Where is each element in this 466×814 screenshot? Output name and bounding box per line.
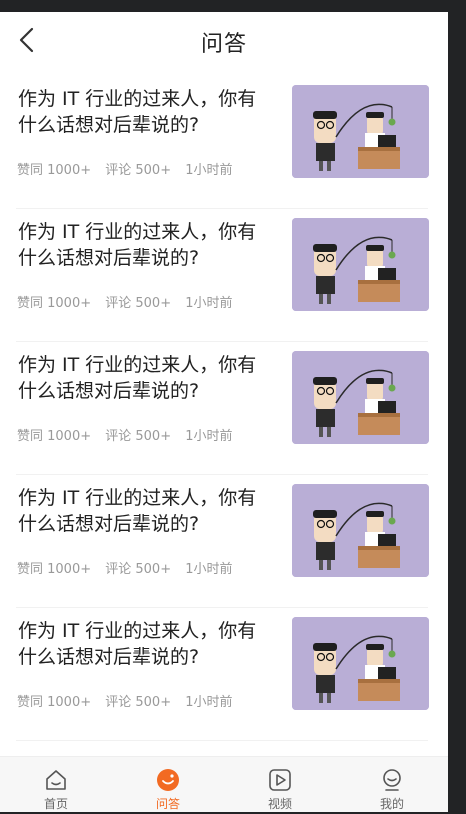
- qa-list: 作为 IT 行业的过来人，你有什么话想对后辈说的? 赞同 1000+ 评论 50…: [16, 76, 429, 741]
- list-item[interactable]: 作为 IT 行业的过来人，你有什么话想对后辈说的? 赞同 1000+ 评论 50…: [16, 608, 429, 741]
- question-thumbnail[interactable]: [292, 218, 429, 311]
- tab-label: 视频: [267, 797, 292, 811]
- post-time: 1小时前: [185, 562, 233, 577]
- question-thumbnail[interactable]: [292, 351, 429, 444]
- thumbnail-illustration: [292, 218, 429, 311]
- tab-video[interactable]: 视频: [224, 757, 336, 812]
- window-top-frame: [0, 0, 466, 12]
- tab-label: 问答: [155, 797, 180, 811]
- question-title[interactable]: 作为 IT 行业的过来人，你有什么话想对后辈说的?: [18, 618, 273, 670]
- window-right-frame: [448, 0, 466, 814]
- likes-count: 赞同 1000+: [17, 163, 92, 178]
- likes-count: 赞同 1000+: [17, 695, 92, 710]
- question-thumbnail[interactable]: [292, 617, 429, 710]
- tab-qa[interactable]: 问答: [112, 757, 224, 812]
- post-time: 1小时前: [185, 429, 233, 444]
- qa-icon: [157, 769, 179, 791]
- question-title[interactable]: 作为 IT 行业的过来人，你有什么话想对后辈说的?: [18, 485, 273, 537]
- question-thumbnail[interactable]: [292, 85, 429, 178]
- question-title[interactable]: 作为 IT 行业的过来人，你有什么话想对后辈说的?: [18, 352, 273, 404]
- page-title: 问答: [200, 32, 247, 57]
- list-item[interactable]: 作为 IT 行业的过来人，你有什么话想对后辈说的? 赞同 1000+ 评论 50…: [16, 76, 429, 209]
- question-thumbnail[interactable]: [292, 484, 429, 577]
- likes-count: 赞同 1000+: [17, 296, 92, 311]
- question-meta: 赞同 1000+ 评论 500+ 1小时前: [17, 558, 243, 577]
- tab-home[interactable]: 首页: [0, 757, 112, 812]
- tab-label: 首页: [43, 797, 68, 811]
- question-title[interactable]: 作为 IT 行业的过来人，你有什么话想对后辈说的?: [18, 219, 273, 271]
- list-item[interactable]: 作为 IT 行业的过来人，你有什么话想对后辈说的? 赞同 1000+ 评论 50…: [16, 475, 429, 608]
- header: 问答: [0, 12, 448, 68]
- list-item[interactable]: 作为 IT 行业的过来人，你有什么话想对后辈说的? 赞同 1000+ 评论 50…: [16, 209, 429, 342]
- question-meta: 赞同 1000+ 评论 500+ 1小时前: [17, 425, 243, 444]
- likes-count: 赞同 1000+: [17, 429, 92, 444]
- comments-count: 评论 500+: [105, 695, 172, 710]
- profile-icon: [383, 769, 401, 791]
- thumbnail-illustration: [292, 85, 429, 178]
- comments-count: 评论 500+: [105, 562, 172, 577]
- thumbnail-illustration: [292, 484, 429, 577]
- app-screen: 问答 作为 IT 行业的过来人，你有什么话想对后辈说的? 赞同 1000+ 评论…: [0, 12, 448, 812]
- tab-profile[interactable]: 我的: [336, 757, 448, 812]
- tab-label: 我的: [379, 797, 404, 811]
- question-title[interactable]: 作为 IT 行业的过来人，你有什么话想对后辈说的?: [18, 86, 273, 138]
- bottom-tab-bar: 首页 问答 视频 我的: [0, 756, 448, 812]
- post-time: 1小时前: [185, 163, 233, 178]
- thumbnail-illustration: [292, 617, 429, 710]
- question-meta: 赞同 1000+ 评论 500+ 1小时前: [17, 292, 243, 311]
- question-meta: 赞同 1000+ 评论 500+ 1小时前: [17, 691, 243, 710]
- list-item[interactable]: 作为 IT 行业的过来人，你有什么话想对后辈说的? 赞同 1000+ 评论 50…: [16, 342, 429, 475]
- comments-count: 评论 500+: [105, 429, 172, 444]
- video-icon: [269, 769, 291, 791]
- comments-count: 评论 500+: [105, 163, 172, 178]
- likes-count: 赞同 1000+: [17, 562, 92, 577]
- question-meta: 赞同 1000+ 评论 500+ 1小时前: [17, 159, 243, 178]
- comments-count: 评论 500+: [105, 296, 172, 311]
- post-time: 1小时前: [185, 695, 233, 710]
- post-time: 1小时前: [185, 296, 233, 311]
- home-icon: [46, 770, 66, 790]
- thumbnail-illustration: [292, 351, 429, 444]
